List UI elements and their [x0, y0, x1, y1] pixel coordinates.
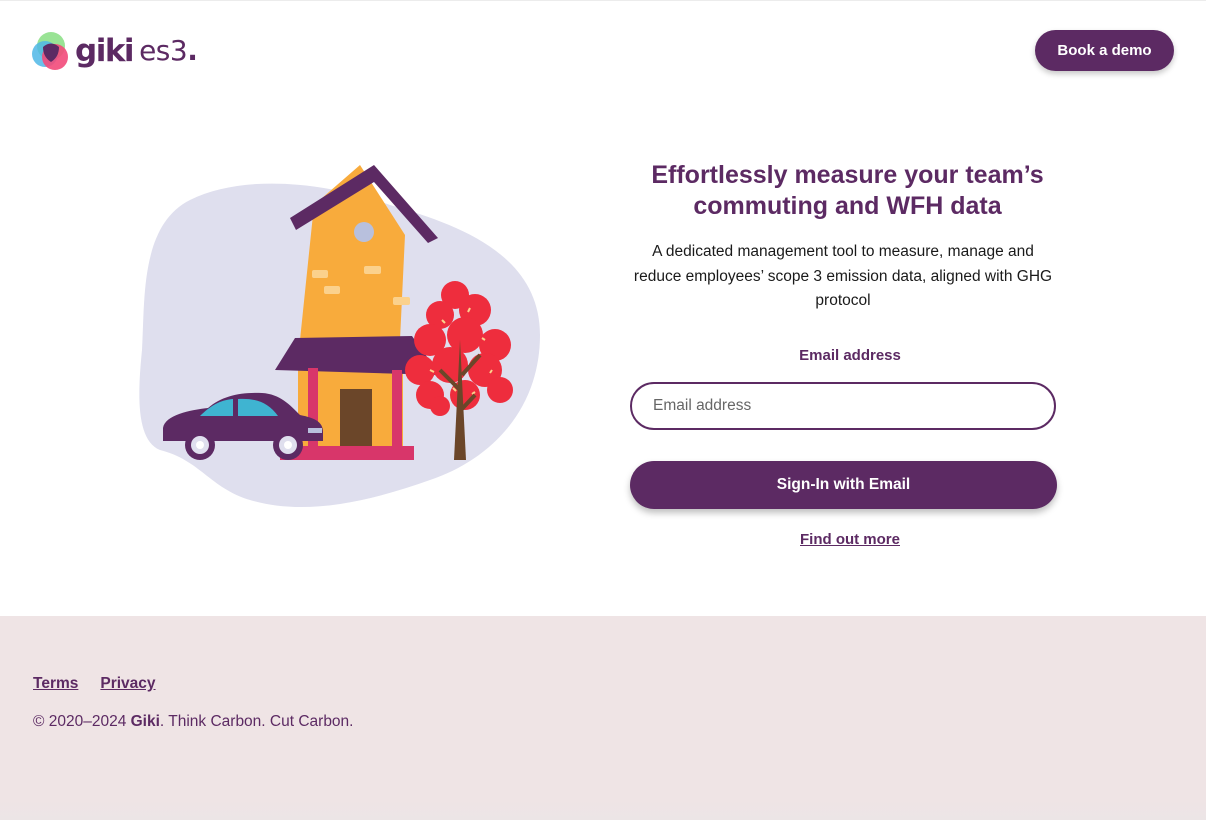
- giki-logo-icon: [32, 32, 68, 70]
- privacy-link[interactable]: Privacy: [100, 675, 155, 693]
- house-car-tree-image: [139, 165, 540, 508]
- book-demo-button[interactable]: Book a demo: [1035, 30, 1174, 71]
- logo-product-name: es3.: [139, 34, 198, 67]
- copyright-text: © 2020–2024 Giki. Think Carbon. Cut Carb…: [33, 713, 354, 730]
- site-footer: Terms Privacy © 2020–2024 Giki. Think Ca…: [0, 616, 1206, 820]
- sign-in-button[interactable]: Sign-In with Email: [630, 461, 1057, 509]
- email-label: Email address: [799, 347, 901, 364]
- site-header: giki es3. Book a demo: [0, 0, 1206, 100]
- logo-wordmark: giki: [75, 32, 135, 69]
- giki-logo[interactable]: giki es3.: [31, 30, 198, 72]
- house-illustration: [130, 160, 550, 520]
- footer-bottom-strip: [0, 800, 1206, 820]
- copyright-brand: Giki: [130, 713, 160, 730]
- terms-link[interactable]: Terms: [33, 675, 78, 693]
- find-out-more-link[interactable]: Find out more: [630, 531, 1070, 548]
- footer-links: Terms Privacy: [33, 675, 156, 693]
- email-input[interactable]: [630, 382, 1056, 430]
- page-title: Effortlessly measure your team’s commuti…: [651, 161, 1044, 220]
- page-subtitle: A dedicated management tool to measure, …: [633, 243, 1053, 309]
